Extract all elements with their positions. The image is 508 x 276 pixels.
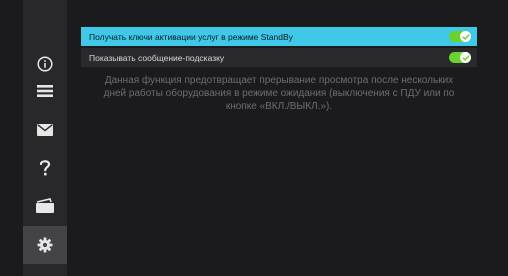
- option-label: Получать ключи активации услуг в режиме …: [89, 31, 293, 42]
- sidebar-item-help[interactable]: [23, 149, 67, 187]
- gear-icon: [37, 237, 53, 253]
- cards-icon: [36, 197, 54, 213]
- checkmark-icon: [460, 52, 471, 63]
- option-show-hint[interactable]: Показывать сообщение-подсказку: [81, 48, 477, 67]
- list-icon: [37, 85, 53, 97]
- settings-panel: Получать ключи активации услуг в режиме …: [81, 27, 477, 113]
- option-label: Показывать сообщение-подсказку: [89, 52, 225, 63]
- envelope-icon: [37, 124, 53, 136]
- question-icon: [39, 160, 51, 176]
- option-standby-keys[interactable]: Получать ключи активации услуг в режиме …: [81, 27, 477, 46]
- show-hint-toggle[interactable]: [449, 52, 471, 63]
- checkmark-icon: [460, 31, 471, 42]
- sidebar-item-settings[interactable]: [23, 226, 67, 264]
- sidebar-item-messages[interactable]: [23, 111, 67, 149]
- sidebar-item-list[interactable]: [23, 72, 67, 110]
- standby-keys-toggle[interactable]: [449, 31, 471, 42]
- sidebar-item-cards[interactable]: [23, 186, 67, 224]
- info-icon: [37, 56, 53, 72]
- sidebar: [23, 0, 67, 276]
- option-description: Данная функция предотвращает прерывание …: [103, 75, 455, 112]
